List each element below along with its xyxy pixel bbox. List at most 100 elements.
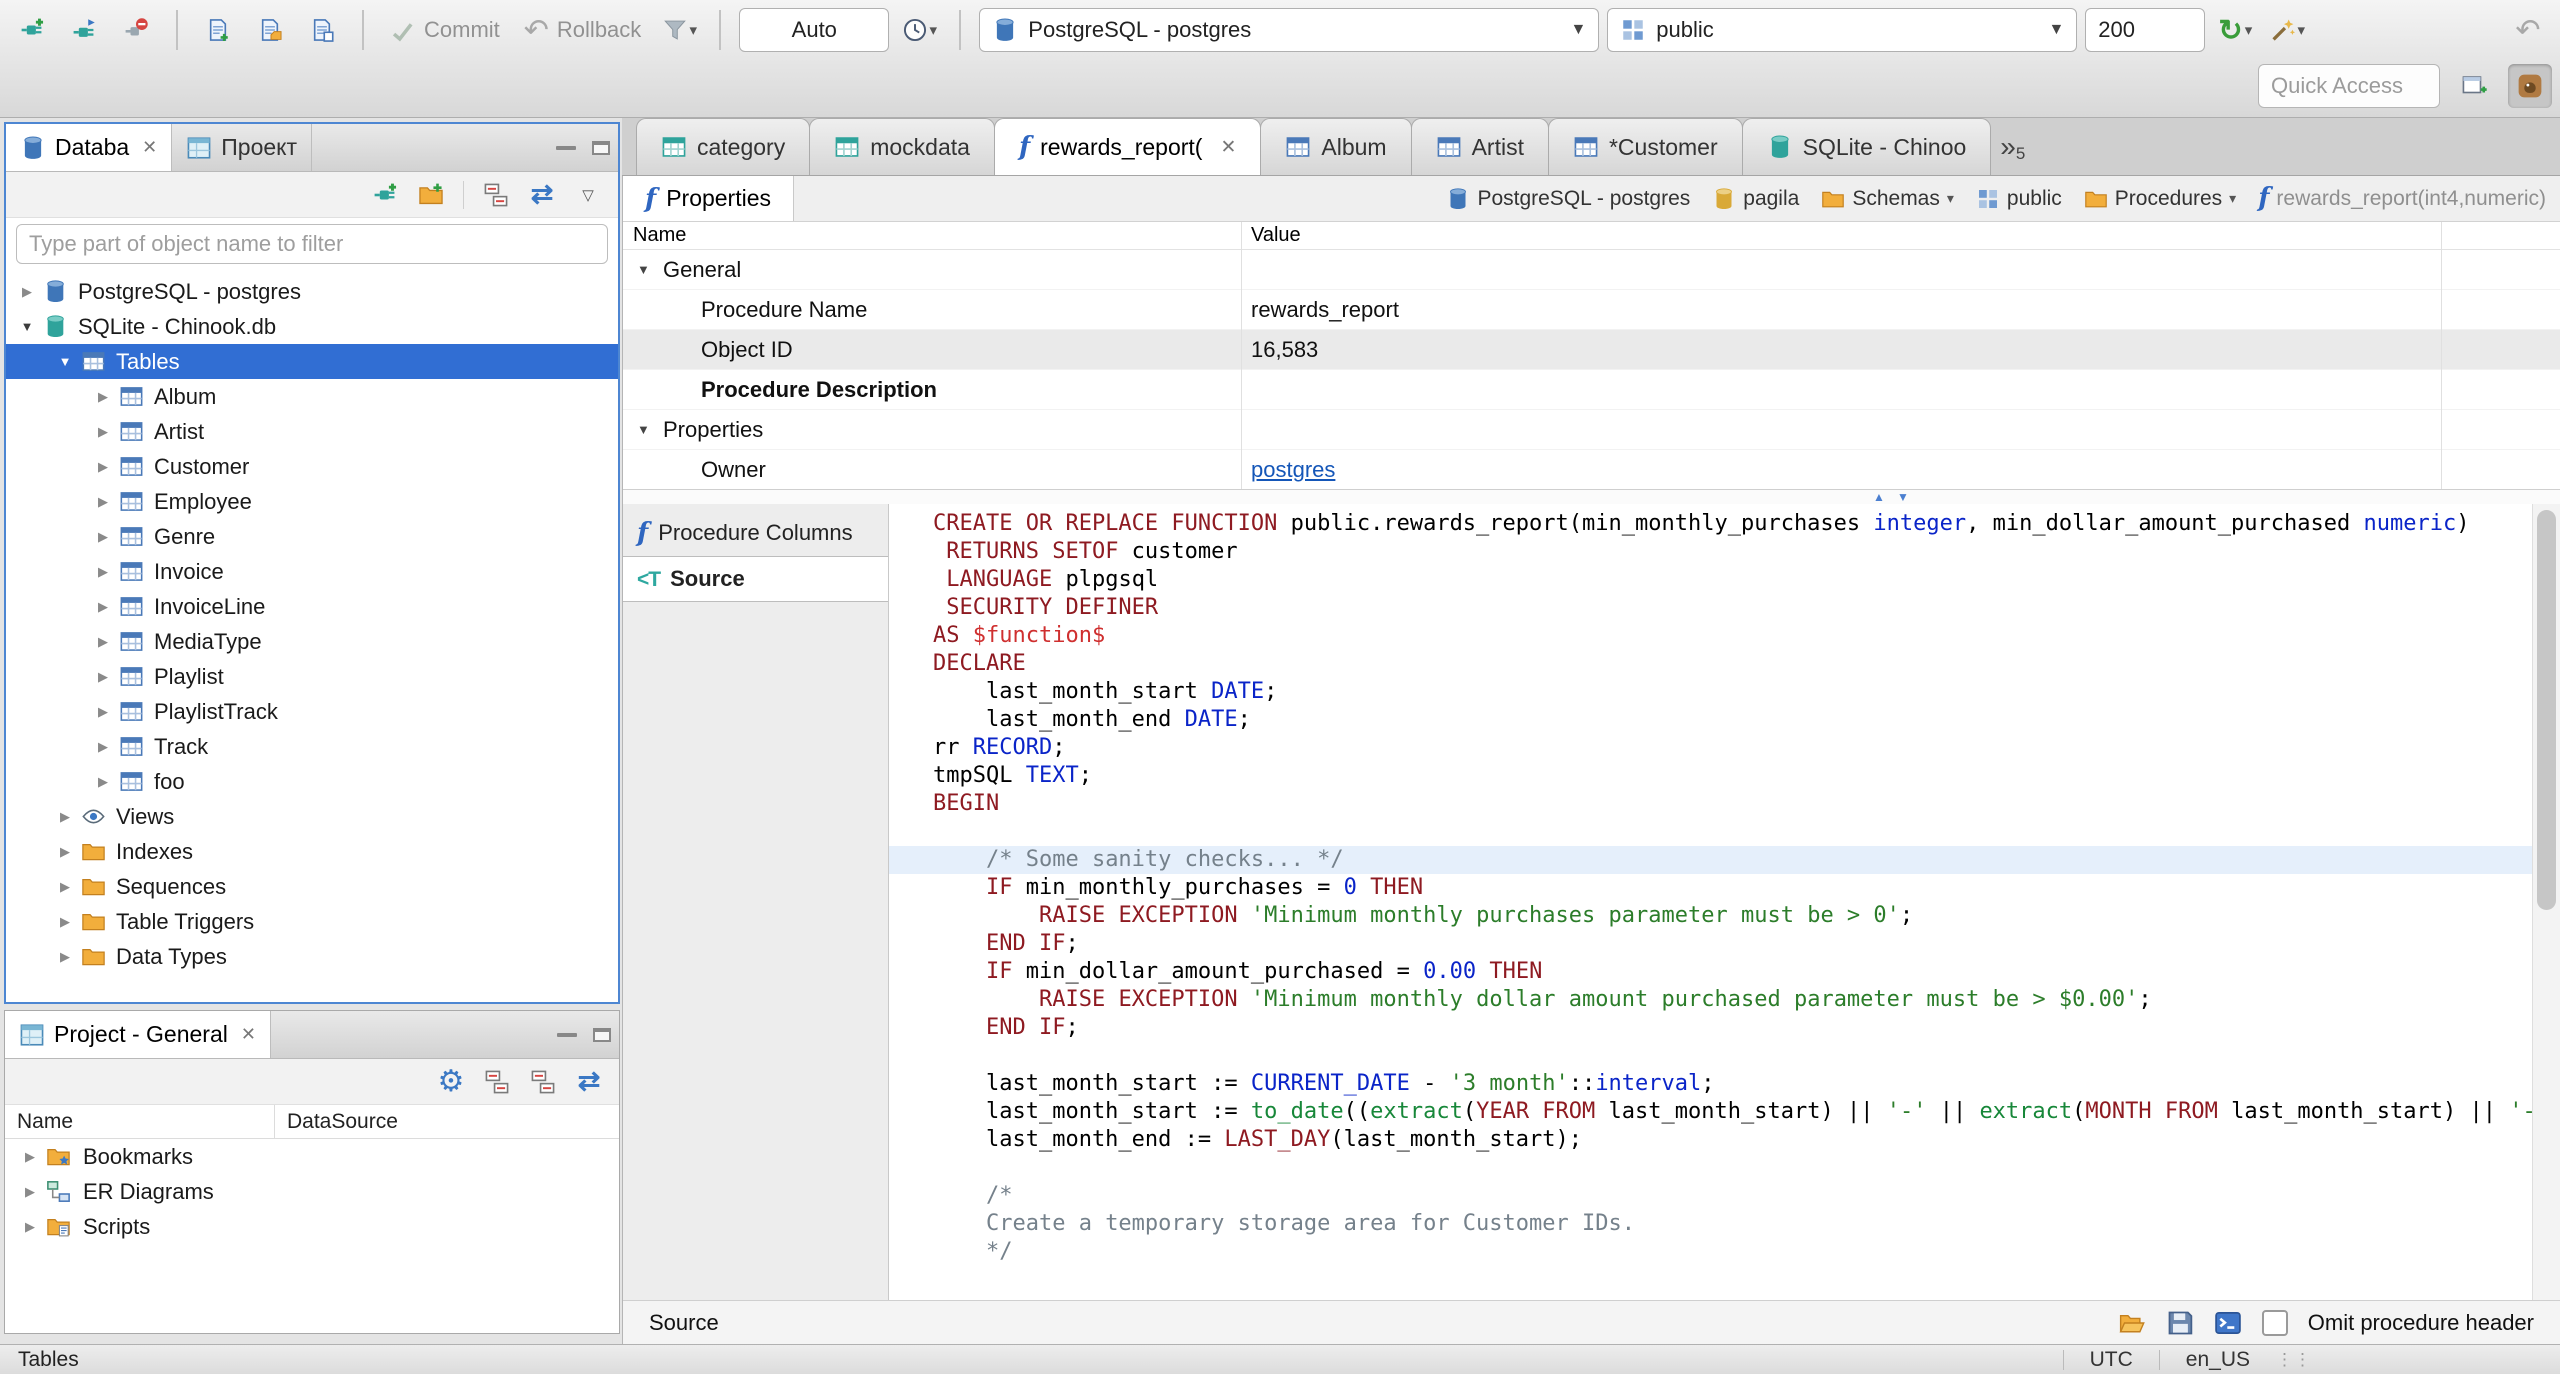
editor-tab-mockdata[interactable]: mockdata — [809, 118, 995, 175]
editor-tab-artist[interactable]: Artist — [1410, 118, 1549, 175]
breadcrumb-item-postgresql-postgres[interactable]: PostgreSQL - postgres — [1446, 187, 1690, 211]
tree-item-table-triggers[interactable]: ▶ Table Triggers — [6, 904, 618, 939]
expand-arrow[interactable]: ▶ — [52, 949, 78, 965]
connect-icon[interactable] — [62, 8, 106, 52]
grid-header-value[interactable]: Value — [1241, 224, 1301, 247]
expand-arrow[interactable]: ▶ — [90, 739, 116, 755]
maximize-view-button[interactable] — [593, 1027, 611, 1042]
editor-tab-album[interactable]: Album — [1260, 118, 1412, 175]
new-connection-button[interactable] — [367, 177, 403, 213]
tree-item-track[interactable]: ▶ Track — [6, 729, 618, 764]
vertical-scrollbar[interactable] — [2532, 504, 2560, 1300]
source-editor[interactable]: CREATE OR REPLACE FUNCTION public.reward… — [889, 504, 2560, 1300]
expand-arrow[interactable]: ▶ — [52, 879, 78, 895]
tree-item-customer[interactable]: ▶ Customer — [6, 449, 618, 484]
tree-item-mediatype[interactable]: ▶ MediaType — [6, 624, 618, 659]
expand-arrow[interactable]: ▶ — [52, 914, 78, 930]
tab-overflow-chevron[interactable]: » 5 — [2000, 118, 2025, 175]
editor-tab-category[interactable]: category — [636, 118, 811, 175]
property-row-owner[interactable]: Owner postgres — [623, 450, 2560, 489]
breadcrumb-item-procedures[interactable]: Procedures ▾ — [2084, 187, 2236, 211]
expand-arrow[interactable]: ▶ — [90, 564, 116, 580]
commit-mode-combo[interactable]: Auto — [739, 8, 890, 52]
collapse-all-button[interactable] — [478, 177, 514, 213]
tree-item-invoiceline[interactable]: ▶ InvoiceLine — [6, 589, 618, 624]
grid-header-name[interactable]: Name — [623, 224, 1241, 247]
link-with-editor-button[interactable]: ⇄ — [571, 1064, 607, 1100]
tree-item-data-types[interactable]: ▶ Data Types — [6, 939, 618, 974]
expand-arrow[interactable]: ▶ — [90, 774, 116, 790]
tree-item-tables[interactable]: ▼ Tables — [6, 344, 618, 379]
expand-arrow[interactable]: ▶ — [90, 459, 116, 475]
expand-arrow[interactable]: ▶ — [14, 284, 40, 300]
project-item-er-diagrams[interactable]: ▶ ER Diagrams — [5, 1174, 619, 1209]
tab-properties[interactable]: f Properties — [623, 176, 795, 221]
expand-arrow[interactable]: ▶ — [90, 529, 116, 545]
property-row-procedure-description[interactable]: Procedure Description — [623, 370, 2560, 410]
tab-projects[interactable]: Проект — [172, 124, 313, 171]
property-row-general[interactable]: ▼ General — [623, 250, 2560, 290]
tree-item-playlist[interactable]: ▶ Playlist — [6, 659, 618, 694]
tree-item-postgresql-postgres[interactable]: ▶ PostgreSQL - postgres — [6, 274, 618, 309]
property-row-properties[interactable]: ▼ Properties — [623, 410, 2560, 450]
omit-procedure-header-checkbox[interactable] — [2261, 1309, 2288, 1336]
sash-collapse-up-icon[interactable]: ▲ — [1873, 490, 1885, 504]
tree-item-invoice[interactable]: ▶ Invoice — [6, 554, 618, 589]
tree-item-genre[interactable]: ▶ Genre — [6, 519, 618, 554]
disconnect-icon[interactable] — [114, 8, 158, 52]
load-from-file-button[interactable] — [2118, 1309, 2146, 1337]
open-sql-script-icon[interactable] — [248, 8, 292, 52]
subtab-procedure-columns[interactable]: f Procedure Columns — [623, 510, 888, 556]
project-item-bookmarks[interactable]: ▶ Bookmarks — [5, 1139, 619, 1174]
close-icon[interactable]: ✕ — [142, 137, 157, 158]
editor-tab-sqlite-chinoo[interactable]: SQLite - Chinoo — [1741, 118, 1992, 175]
new-sql-editor-icon[interactable] — [196, 8, 240, 52]
tree-item-sequences[interactable]: ▶ Sequences — [6, 869, 618, 904]
new-folder-button[interactable] — [413, 177, 449, 213]
scrollbar-thumb[interactable] — [2537, 510, 2556, 910]
tree-item-album[interactable]: ▶ Album — [6, 379, 618, 414]
close-tab-icon[interactable]: ✕ — [1220, 136, 1236, 159]
project-item-scripts[interactable]: ▶ Scripts — [5, 1209, 619, 1244]
expand-arrow[interactable]: ▶ — [52, 809, 78, 825]
link-with-editor-button[interactable]: ⇄ — [524, 177, 560, 213]
subtab-source[interactable]: <T Source — [623, 556, 888, 602]
expand-arrow[interactable]: ▶ — [90, 599, 116, 615]
expand-arrow[interactable]: ▶ — [52, 844, 78, 860]
transaction-log-button[interactable]: ▾ — [657, 8, 701, 52]
expand-arrow[interactable]: ▶ — [17, 1149, 43, 1165]
property-row-object-id[interactable]: Object ID 16,583 — [623, 330, 2560, 370]
property-value[interactable]: postgres — [1241, 457, 1335, 483]
property-row-procedure-name[interactable]: Procedure Name rewards_report — [623, 290, 2560, 330]
rollback-button[interactable]: ↶ Rollback — [516, 13, 650, 48]
expand-arrow[interactable]: ▶ — [90, 389, 116, 405]
timezone-label[interactable]: UTC — [2090, 1348, 2133, 1372]
tree-item-indexes[interactable]: ▶ Indexes — [6, 834, 618, 869]
expand-arrow[interactable]: ▼ — [52, 354, 78, 369]
expand-arrow[interactable]: ▶ — [90, 634, 116, 650]
dbeaver-perspective-button[interactable] — [2508, 64, 2552, 108]
splitter-sash[interactable]: ▲ ▼ — [623, 490, 2560, 504]
fetch-size-input[interactable] — [2085, 8, 2206, 52]
tree-item-sqlite-chinook-db[interactable]: ▼ SQLite - Chinook.db — [6, 309, 618, 344]
tree-item-employee[interactable]: ▶ Employee — [6, 484, 618, 519]
source-code[interactable]: CREATE OR REPLACE FUNCTION public.reward… — [889, 504, 2532, 1300]
breadcrumb-item-schemas[interactable]: Schemas ▾ — [1821, 187, 1954, 211]
editor-tab-rewards-report[interactable]: f rewards_report(✕ — [993, 118, 1262, 175]
view-menu-button[interactable]: ▽ — [570, 177, 606, 213]
refresh-button[interactable]: ↻ ▾ — [2213, 8, 2257, 52]
schema-selector-combo[interactable]: public ▼ — [1607, 8, 2078, 52]
minimize-view-button[interactable] — [556, 145, 576, 150]
expand-arrow[interactable]: ▼ — [637, 262, 663, 277]
tab-project-general[interactable]: Project - General ✕ — [5, 1011, 271, 1058]
quick-access-input[interactable] — [2258, 64, 2440, 108]
tree-item-views[interactable]: ▶ Views — [6, 799, 618, 834]
connection-selector-combo[interactable]: PostgreSQL - postgres ▼ — [979, 8, 1600, 52]
copy-sql-editor-icon[interactable] — [300, 8, 344, 52]
expand-all-button[interactable] — [525, 1064, 561, 1100]
open-perspective-button[interactable] — [2452, 64, 2496, 108]
save-to-file-button[interactable] — [2166, 1309, 2194, 1337]
magic-wand-button[interactable]: ▾ — [2265, 8, 2309, 52]
expand-arrow[interactable]: ▶ — [90, 494, 116, 510]
commit-button[interactable]: Commit — [382, 17, 508, 43]
